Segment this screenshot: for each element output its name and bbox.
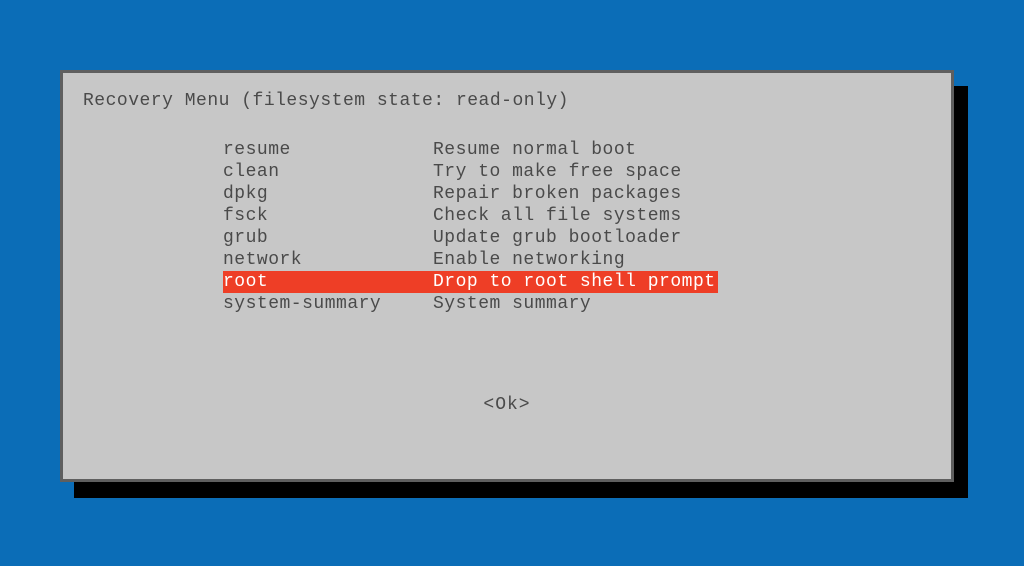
menu-item-grub[interactable]: grub Update grub bootloader	[223, 227, 931, 249]
menu-item-system-summary[interactable]: system-summary System summary	[223, 293, 931, 315]
menu-list[interactable]: resume Resume normal boot clean Try to m…	[223, 139, 931, 315]
menu-key: system-summary	[223, 293, 433, 315]
dialog-title: Recovery Menu (filesystem state: read-on…	[83, 91, 931, 111]
menu-desc: Resume normal boot	[433, 139, 636, 161]
menu-item-dpkg[interactable]: dpkg Repair broken packages	[223, 183, 931, 205]
recovery-menu-dialog: Recovery Menu (filesystem state: read-on…	[60, 70, 954, 482]
menu-key: dpkg	[223, 183, 433, 205]
menu-key: network	[223, 249, 433, 271]
menu-item-resume[interactable]: resume Resume normal boot	[223, 139, 931, 161]
menu-item-fsck[interactable]: fsck Check all file systems	[223, 205, 931, 227]
menu-key: fsck	[223, 205, 433, 227]
menu-key: grub	[223, 227, 433, 249]
menu-desc: Check all file systems	[433, 205, 682, 227]
ok-button[interactable]: <Ok>	[483, 395, 530, 415]
menu-key: root	[223, 271, 433, 293]
menu-key: clean	[223, 161, 433, 183]
menu-item-network[interactable]: network Enable networking	[223, 249, 931, 271]
menu-desc: Drop to root shell prompt	[433, 271, 716, 293]
menu-desc: Try to make free space	[433, 161, 682, 183]
menu-desc: Enable networking	[433, 249, 625, 271]
menu-item-clean[interactable]: clean Try to make free space	[223, 161, 931, 183]
menu-desc: Repair broken packages	[433, 183, 682, 205]
menu-desc: System summary	[433, 293, 591, 315]
menu-item-root[interactable]: root Drop to root shell prompt	[223, 271, 931, 293]
menu-desc: Update grub bootloader	[433, 227, 682, 249]
menu-key: resume	[223, 139, 433, 161]
